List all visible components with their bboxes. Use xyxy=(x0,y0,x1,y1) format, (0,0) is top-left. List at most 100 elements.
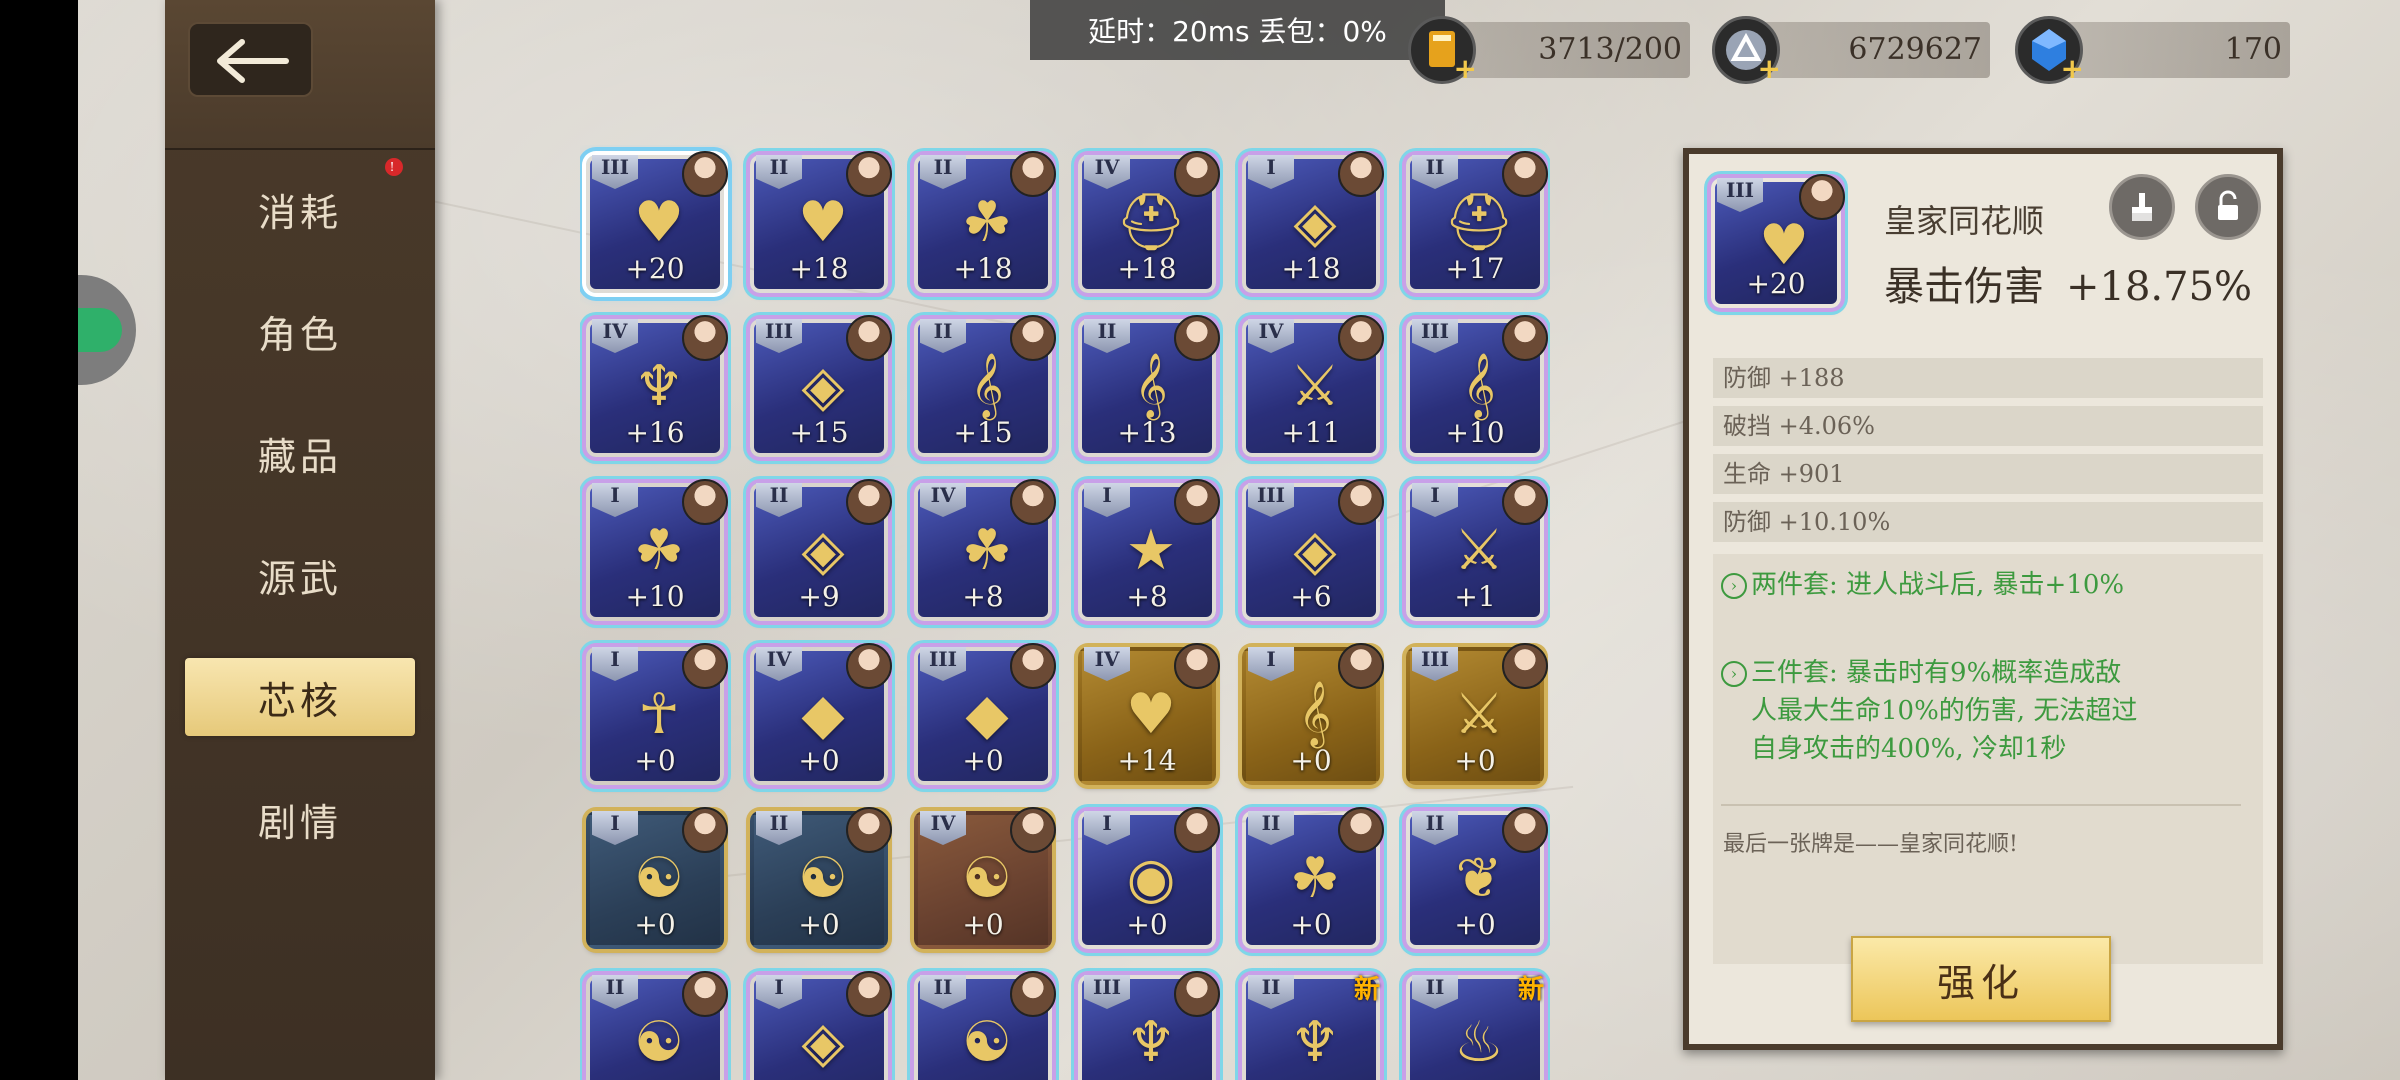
core-item-card[interactable]: I ⚔ +1 xyxy=(1406,479,1548,621)
set-bonus-three: › 三件套: 暴击时有9%概率造成敌 xyxy=(1721,654,2261,692)
flavor-text: 最后一张牌是——皇家同花顺! xyxy=(1723,832,2018,857)
core-item-card[interactable]: I ☯ +0 xyxy=(586,807,728,949)
blue-crystal-icon[interactable]: + xyxy=(2015,16,2084,85)
set-bonus-two: › 两件套: 进人战斗后, 暴击+10% xyxy=(1721,566,2261,604)
item-level: +17 xyxy=(1445,252,1505,285)
core-item-card[interactable]: I ★ +8 xyxy=(1078,479,1220,621)
sidebar-item-story[interactable]: 剧情 xyxy=(185,780,415,858)
back-arrow-icon xyxy=(217,39,289,83)
tier-badge: III xyxy=(920,647,966,681)
item-level: +10 xyxy=(1445,416,1505,449)
new-badge: 新 xyxy=(1353,975,1380,1005)
core-item-card[interactable]: I 𝄞 +0 xyxy=(1242,643,1384,785)
crystal-bar[interactable]: 170 xyxy=(2050,22,2290,78)
tier-badge: III xyxy=(1717,178,1763,212)
core-item-card[interactable]: II ☘ +18 xyxy=(914,151,1056,293)
sidebar-item-cores[interactable]: 芯核 xyxy=(185,658,415,736)
set-bonus-three-line2: 人最大生命10%的伤害, 无法超过 xyxy=(1751,696,2138,726)
item-level: +0 xyxy=(1290,744,1332,777)
silver-coin-icon[interactable]: + xyxy=(1712,16,1781,85)
item-level: +20 xyxy=(625,252,685,285)
anubis-icon: ☥ xyxy=(638,681,680,747)
core-item-card[interactable]: II ❦ +0 xyxy=(1406,807,1548,949)
poker-card-heart-icon: ♥ xyxy=(1125,681,1177,747)
core-item-card[interactable]: II 新 ♆ xyxy=(1242,975,1380,1080)
item-level: +18 xyxy=(1281,252,1341,285)
knight-helmet-icon: ⛑ xyxy=(1443,190,1515,255)
tier-badge: I xyxy=(1412,483,1458,517)
tier-badge: II xyxy=(1248,811,1294,845)
core-item-card[interactable]: III ♆ xyxy=(1078,971,1220,1080)
core-item-card[interactable]: III ⚔ +0 xyxy=(1406,643,1548,785)
core-item-card[interactable]: II ◈ +9 xyxy=(750,479,892,621)
core-item-card[interactable]: I ☘ +10 xyxy=(586,479,728,621)
core-detail-panel: III ♥ +20 皇家同花顺 暴击伤害 +18.75% 防御 +188 破挡 +… xyxy=(1683,148,2283,1050)
core-item-card[interactable]: I ☥ +0 xyxy=(586,643,728,785)
tier-badge: III xyxy=(1412,319,1458,353)
notification-badge: ! xyxy=(385,158,403,176)
item-level: +0 xyxy=(798,908,840,941)
core-item-card[interactable]: II ☯ xyxy=(586,971,728,1080)
sidebar-item-characters[interactable]: 角色 xyxy=(185,292,415,370)
sidebar-item-label: 藏品 xyxy=(257,434,342,479)
core-item-card[interactable]: IV ⛑ +18 xyxy=(1078,151,1220,293)
core-item-card[interactable]: II 𝄞 +13 xyxy=(1078,315,1220,457)
unlock-icon xyxy=(2218,190,2238,220)
sidebar: 消耗 ! 角色 藏品 源武 芯核 剧情 xyxy=(165,0,435,1080)
core-item-card[interactable]: IV ◆ +0 xyxy=(750,643,892,785)
item-level: +11 xyxy=(1281,416,1341,449)
tier-badge: IV xyxy=(920,811,966,845)
core-item-card[interactable]: II ☯ +0 xyxy=(750,807,892,949)
tier-badge: III xyxy=(1248,483,1294,517)
network-latency-indicator: 延时：20ms 丢包：0% xyxy=(1030,0,1445,60)
lock-toggle-button[interactable] xyxy=(2195,174,2261,240)
core-item-card[interactable]: II ☘ +0 xyxy=(1242,807,1384,949)
dismantle-button[interactable] xyxy=(2109,174,2175,240)
yin-yang-icon: ☯ xyxy=(633,845,685,911)
item-level: +10 xyxy=(625,580,685,613)
core-item-card[interactable]: IV ⚔ +11 xyxy=(1242,315,1384,457)
tier-badge: IV xyxy=(756,647,802,681)
core-item-card[interactable]: II ♥ +18 xyxy=(750,151,892,293)
core-item-card[interactable]: III 𝄞 +10 xyxy=(1406,315,1548,457)
four-leaf-clover-icon: ☘ xyxy=(1289,845,1341,911)
poker-card-heart-icon: ♥ xyxy=(797,189,849,255)
core-item-card[interactable]: IV ♆ +16 xyxy=(586,315,728,457)
star-shield-icon: ★ xyxy=(1125,517,1177,583)
core-item-card[interactable]: II 𝄞 +15 xyxy=(914,315,1056,457)
enhance-button[interactable]: 强化 xyxy=(1851,936,2111,1022)
core-item-card[interactable]: I ◉ +0 xyxy=(1078,807,1220,949)
silver-coin-bar[interactable]: 6729627 xyxy=(1745,22,1990,78)
tribal-mask-icon: ♆ xyxy=(1289,1009,1341,1075)
core-item-card[interactable]: I ◈ +18 xyxy=(1242,151,1384,293)
detail-item-card: III ♥ +20 xyxy=(1711,174,1845,308)
back-button[interactable] xyxy=(188,22,313,97)
set-bonus-three-line3: 自身攻击的400%, 冷却1秒 xyxy=(1751,734,2067,764)
core-item-card[interactable]: III ◈ +6 xyxy=(1242,479,1384,621)
core-item-card[interactable]: IV ☯ +0 xyxy=(914,807,1056,949)
sidebar-item-collection[interactable]: 藏品 xyxy=(185,414,415,492)
core-item-card[interactable]: II ☯ xyxy=(914,971,1056,1080)
main-stat-label: 暴击伤害 xyxy=(1884,264,2044,310)
main-stat-value: +18.75% xyxy=(2066,264,2253,310)
core-item-card[interactable]: II 新 ♨ xyxy=(1406,975,1544,1080)
core-item-card[interactable]: IV ☘ +8 xyxy=(914,479,1056,621)
substat-defense: 防御 +188 xyxy=(1713,358,2263,398)
tier-badge: I xyxy=(592,483,638,517)
core-item-card[interactable]: III ♥ +20 xyxy=(586,151,728,293)
stamina-bar[interactable]: 3713/200 xyxy=(1440,22,1690,78)
core-item-card[interactable]: IV ♥ +14 xyxy=(1078,643,1220,785)
core-item-card[interactable]: III ◆ +0 xyxy=(914,643,1056,785)
tier-badge: I xyxy=(592,647,638,681)
core-item-card[interactable]: I ◈ xyxy=(750,971,892,1080)
core-item-card[interactable]: II ⛑ +17 xyxy=(1406,151,1548,293)
item-level: +0 xyxy=(634,744,676,777)
stamina-icon[interactable]: + xyxy=(1408,16,1477,85)
sidebar-item-consumables[interactable]: 消耗 ! xyxy=(185,158,415,248)
sidebar-item-label: 剧情 xyxy=(257,800,342,845)
tier-badge: I xyxy=(1084,483,1130,517)
substat-defense-pct: 防御 +10.10% xyxy=(1713,502,2263,542)
sword-icon: ⚔ xyxy=(1453,517,1505,583)
core-item-card[interactable]: III ◈ +15 xyxy=(750,315,892,457)
sidebar-item-weapons[interactable]: 源武 xyxy=(185,536,415,614)
